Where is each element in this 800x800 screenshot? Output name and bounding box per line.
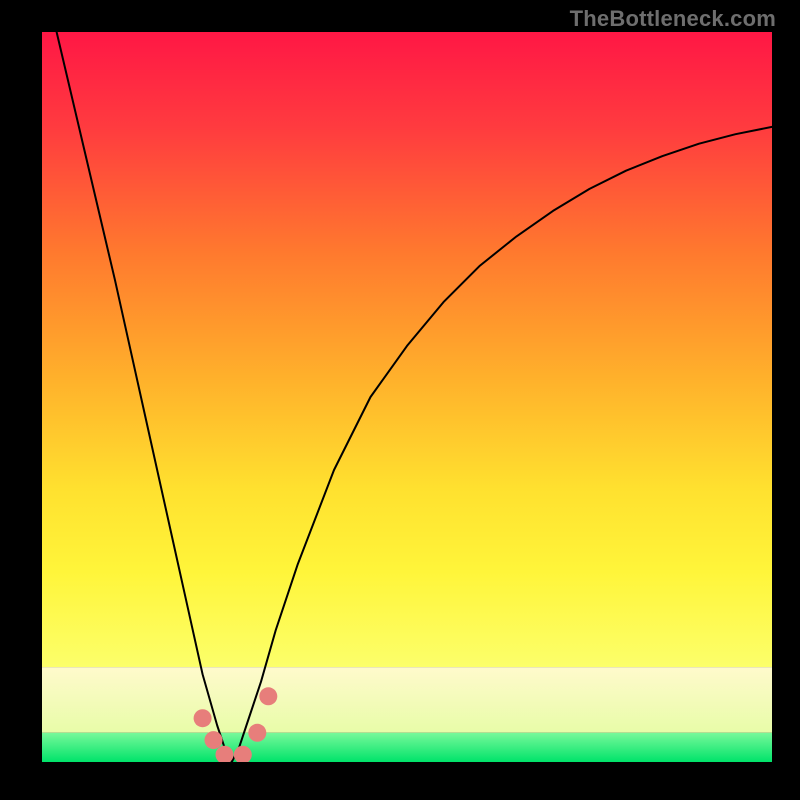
bottleneck-curve-chart bbox=[42, 32, 772, 762]
data-marker bbox=[248, 724, 266, 742]
plot-area bbox=[42, 32, 772, 762]
pale-band bbox=[42, 667, 772, 733]
gradient-background bbox=[42, 32, 772, 667]
green-band bbox=[42, 733, 772, 762]
chart-frame: TheBottleneck.com bbox=[0, 0, 800, 800]
data-marker bbox=[205, 731, 223, 749]
data-marker bbox=[259, 687, 277, 705]
data-marker bbox=[194, 709, 212, 727]
watermark-text: TheBottleneck.com bbox=[570, 6, 776, 32]
